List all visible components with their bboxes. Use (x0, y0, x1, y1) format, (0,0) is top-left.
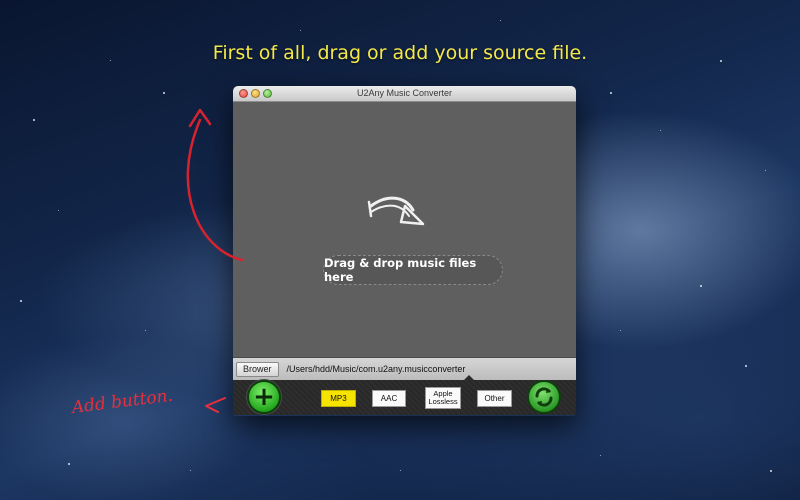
title-bar[interactable]: U2Any Music Converter (233, 86, 576, 102)
refresh-icon (535, 387, 553, 407)
bottom-toolbar: + MP3 AAC Apple Lossless Other (233, 380, 576, 415)
annotation-arrow-to-add (205, 397, 226, 413)
format-mp3-button[interactable]: MP3 (321, 390, 356, 407)
format-other-button[interactable]: Other (477, 390, 512, 407)
plus-icon: + (253, 382, 275, 412)
window-title: U2Any Music Converter (356, 88, 453, 98)
annotation-arrowhead-top (188, 108, 212, 128)
path-bar: Brower /Users/hdd/Music/com.u2any.musicc… (233, 358, 576, 381)
add-button[interactable]: + (247, 380, 281, 414)
browse-button[interactable]: Brower (236, 361, 279, 377)
app-window: U2Any Music Converter Drag & drop music … (233, 86, 576, 416)
format-apple-lossless-line2: Lossless (428, 397, 458, 406)
format-aac-button[interactable]: AAC (372, 390, 406, 407)
drop-zone[interactable]: Drag & drop music files here (233, 102, 576, 358)
output-path: /Users/hdd/Music/com.u2any.musicconverte… (286, 364, 466, 374)
headline: First of all, drag or add your source fi… (212, 42, 588, 64)
curved-arrow-icon (367, 196, 425, 226)
convert-button[interactable] (527, 380, 561, 414)
annotation-label: Add button. (70, 385, 174, 418)
drop-zone-label: Drag & drop music files here (323, 255, 503, 285)
format-apple-lossless-button[interactable]: Apple Lossless (425, 387, 461, 409)
